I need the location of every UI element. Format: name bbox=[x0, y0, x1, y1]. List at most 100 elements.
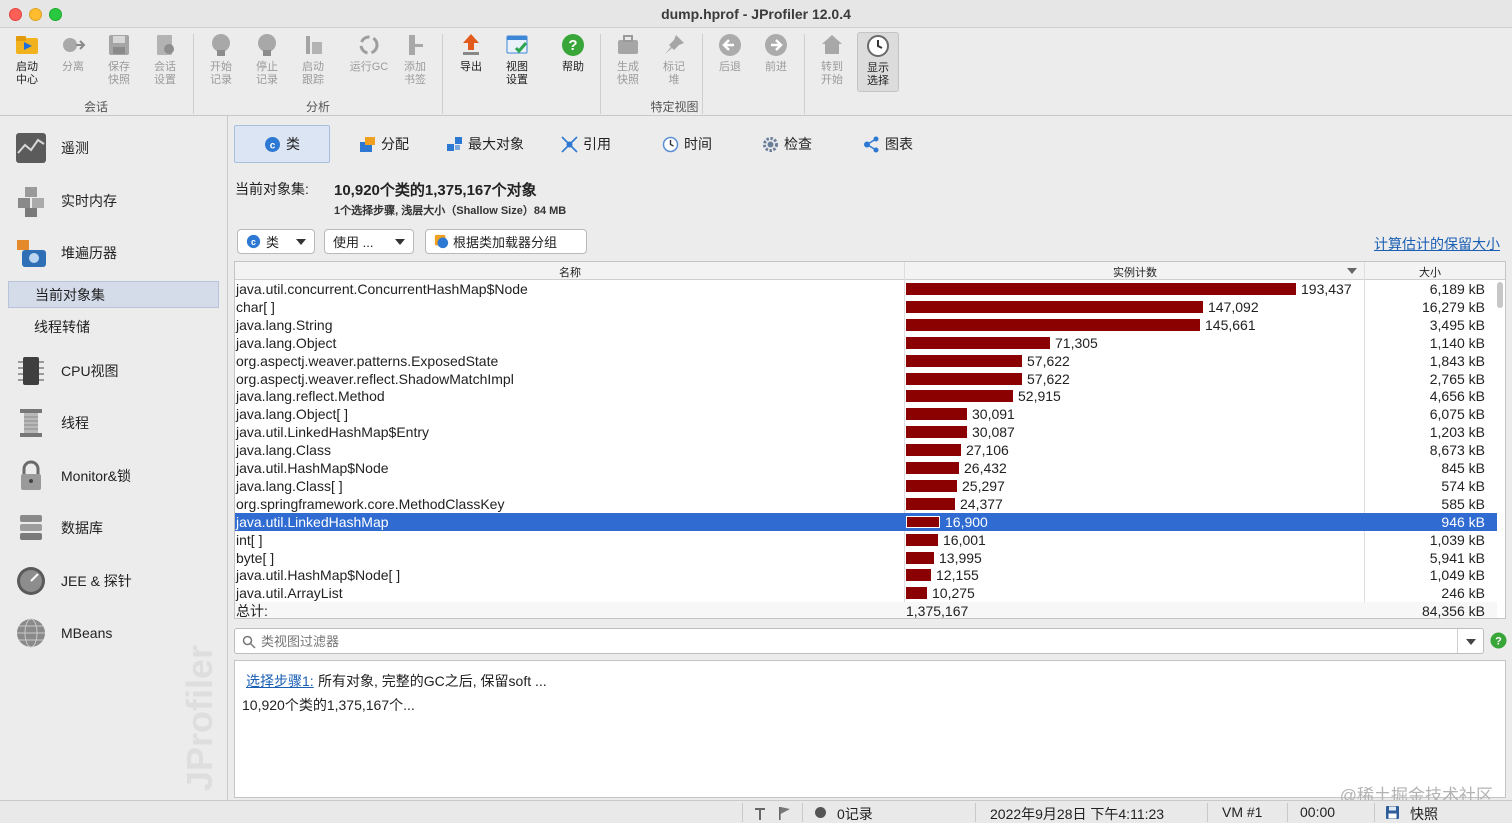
sidebar-item-jee-probes[interactable]: JEE & 探针 bbox=[14, 561, 219, 601]
save-snapshot-button[interactable]: 保存 快照 bbox=[98, 32, 140, 92]
stop-recording-button[interactable]: 停止 记录 bbox=[246, 32, 288, 92]
table-row[interactable]: java.lang.Class[ ] 25,297 574 kB bbox=[235, 477, 1497, 495]
tab-inspections[interactable]: 检查 bbox=[762, 125, 812, 163]
instance-count-bar bbox=[906, 479, 957, 492]
cell-size: 246 kB bbox=[1441, 585, 1485, 602]
table-row[interactable]: java.util.HashMap$Node 26,432 845 kB bbox=[235, 459, 1497, 477]
tab-biggest-objects[interactable]: 最大对象 bbox=[446, 125, 524, 163]
column-header-instance-count[interactable]: 实例计数 bbox=[905, 264, 1365, 280]
create-snapshot-button[interactable]: 生成 快照 bbox=[607, 32, 649, 92]
table-row[interactable]: byte[ ] 13,995 5,941 kB bbox=[235, 549, 1497, 567]
toolbar-separator bbox=[442, 34, 443, 114]
instance-count-bar bbox=[906, 515, 940, 528]
cell-size: 1,140 kB bbox=[1429, 334, 1485, 351]
sidebar-item-cpu-views[interactable]: CPU视图 bbox=[14, 351, 219, 391]
start-recording-label-2: 记录 bbox=[210, 74, 232, 86]
view-selector-sidebar: 遥测 实时内存 堆遍历器 当前对象集 线程转储 CPU视图 线程 Monitor… bbox=[0, 116, 228, 800]
back-button[interactable]: 后退 bbox=[709, 32, 751, 92]
class-view-combo[interactable]: c 类 bbox=[237, 229, 315, 254]
table-row[interactable]: java.util.LinkedHashMap$Entry 30,087 1,203… bbox=[235, 423, 1497, 441]
table-total-row: 总计: 1,375,167 84,356 kB bbox=[235, 602, 1497, 618]
table-row[interactable]: java.util.HashMap$Node[ ] 12,155 1,049 kB bbox=[235, 566, 1497, 584]
filter-help-icon[interactable]: ? bbox=[1490, 632, 1507, 649]
tab-label-graph: 图表 bbox=[885, 136, 913, 152]
tab-time[interactable]: 时间 bbox=[662, 125, 712, 163]
cell-instance-count: 13,995 bbox=[939, 549, 982, 566]
sidebar-item-live-memory[interactable]: 实时内存 bbox=[14, 181, 219, 221]
forward-button[interactable]: 前进 bbox=[755, 32, 797, 92]
filter-options-dropdown[interactable] bbox=[1457, 629, 1483, 653]
start-recording-button[interactable]: 开始 记录 bbox=[200, 32, 242, 92]
view-settings-button[interactable]: 视图 设置 bbox=[496, 32, 538, 92]
table-row[interactable]: java.lang.Class 27,106 8,673 kB bbox=[235, 441, 1497, 459]
jprofiler-watermark: JProfiler bbox=[179, 645, 220, 791]
class-filter-input[interactable] bbox=[261, 632, 1441, 650]
pin-icon[interactable] bbox=[752, 805, 768, 821]
show-selection-button[interactable]: 显示 选择 bbox=[857, 32, 899, 92]
cell-instance-count: 12,155 bbox=[936, 567, 979, 584]
table-row[interactable]: org.springframework.core.MethodClassKey 2… bbox=[235, 495, 1497, 513]
table-row[interactable]: org.aspectj.weaver.patterns.ExposedState… bbox=[235, 352, 1497, 370]
table-row[interactable]: java.lang.Object 71,305 1,140 kB bbox=[235, 334, 1497, 352]
calculate-retained-sizes-link[interactable]: 计算估计的保留大小 bbox=[1374, 234, 1500, 254]
table-row[interactable]: java.lang.String 145,661 3,495 kB bbox=[235, 316, 1497, 334]
table-row[interactable]: char[ ] 147,092 16,279 kB bbox=[235, 298, 1497, 316]
table-row[interactable]: java.util.ArrayList 10,275 246 kB bbox=[235, 584, 1497, 602]
view-tabs: c 类 分配 最大对象 引用 时间 检查 图表 bbox=[234, 125, 1504, 163]
go-to-start-button[interactable]: 转到 开始 bbox=[811, 32, 853, 92]
record-stop-icon bbox=[258, 34, 276, 56]
group-by-classloader-button[interactable]: 根据类加载器分组 bbox=[425, 229, 587, 254]
sidebar-item-thread-dumps[interactable]: 线程转储 bbox=[8, 314, 219, 341]
mark-heap-label-2: 堆 bbox=[668, 74, 680, 86]
window-title: dump.hprof - JProfiler 12.0.4 bbox=[661, 6, 851, 22]
add-bookmark-button[interactable]: 添加 书签 bbox=[394, 32, 436, 92]
tab-allocations[interactable]: 分配 bbox=[359, 125, 409, 163]
table-row[interactable]: int[ ] 16,001 1,039 kB bbox=[235, 531, 1497, 549]
instance-count-bar bbox=[906, 569, 931, 582]
detach-button[interactable]: 分离 bbox=[52, 32, 94, 92]
mark-heap-button[interactable]: 标记 堆 bbox=[653, 32, 695, 92]
sidebar-item-databases[interactable]: 数据库 bbox=[14, 508, 219, 548]
tab-classes[interactable]: c 类 bbox=[234, 125, 330, 163]
column-header-name[interactable]: 名称 bbox=[235, 264, 905, 280]
flag-icon[interactable] bbox=[776, 805, 792, 821]
class-view-combo-value: 类 bbox=[266, 235, 280, 250]
sidebar-item-threads[interactable]: 线程 bbox=[14, 403, 219, 443]
table-row[interactable]: java.lang.Object[ ] 30,091 6,075 kB bbox=[235, 405, 1497, 423]
start-tracking-label-2: 跟踪 bbox=[302, 74, 324, 86]
start-tracking-button[interactable]: 启动 跟踪 bbox=[292, 32, 334, 92]
cell-class-name: java.util.LinkedHashMap$Entry bbox=[236, 424, 429, 441]
sidebar-item-heap-walker[interactable]: 堆遍历器 bbox=[14, 233, 219, 273]
status-separator bbox=[1207, 803, 1208, 822]
tab-graph[interactable]: 图表 bbox=[863, 125, 913, 163]
table-scrollbar-thumb[interactable] bbox=[1497, 282, 1503, 308]
folder-play-icon bbox=[16, 36, 38, 54]
cell-size: 1,049 kB bbox=[1429, 567, 1485, 584]
export-button[interactable]: 导出 bbox=[450, 32, 492, 92]
table-row[interactable]: java.lang.reflect.Method 52,915 4,656 kB bbox=[235, 387, 1497, 405]
save-icon bbox=[109, 35, 129, 55]
table-row[interactable]: java.util.concurrent.ConcurrentHashMap$N… bbox=[235, 280, 1497, 298]
tab-references[interactable]: 引用 bbox=[561, 125, 611, 163]
sidebar-item-monitors[interactable]: Monitor&锁 bbox=[14, 456, 219, 496]
start-center-button[interactable]: 启动 中心 bbox=[6, 32, 48, 92]
cell-size: 1,203 kB bbox=[1429, 424, 1485, 441]
svg-text:JProfiler: JProfiler bbox=[179, 645, 220, 791]
start-center-label-1: 启动 bbox=[16, 61, 38, 73]
selection-step-link[interactable]: 选择步骤1: bbox=[246, 671, 314, 691]
instance-count-bar bbox=[906, 551, 934, 564]
use-combo[interactable]: 使用 ... bbox=[324, 229, 414, 254]
selection-steps-panel: 选择步骤1: 所有对象, 完整的GC之后, 保留soft ... 10,920个… bbox=[234, 660, 1506, 805]
session-settings-button[interactable]: 会话 设置 bbox=[144, 32, 186, 92]
run-gc-button[interactable]: 运行GC bbox=[348, 32, 390, 92]
sidebar-label-databases: 数据库 bbox=[61, 520, 103, 536]
help-button[interactable]: ? 帮助 bbox=[552, 32, 594, 92]
cell-class-name: java.util.ArrayList bbox=[236, 585, 343, 602]
sidebar-item-current-objects[interactable]: 当前对象集 bbox=[8, 281, 219, 308]
tab-label-time: 时间 bbox=[684, 136, 712, 152]
column-header-size[interactable]: 大小 bbox=[1365, 264, 1495, 280]
sidebar-item-telemetry[interactable]: 遥测 bbox=[14, 128, 219, 168]
help-label: 帮助 bbox=[562, 61, 584, 73]
table-row[interactable]: org.aspectj.weaver.reflect.ShadowMatchIm… bbox=[235, 370, 1497, 388]
table-row[interactable]: java.util.LinkedHashMap 16,900 946 kB bbox=[235, 512, 1497, 531]
